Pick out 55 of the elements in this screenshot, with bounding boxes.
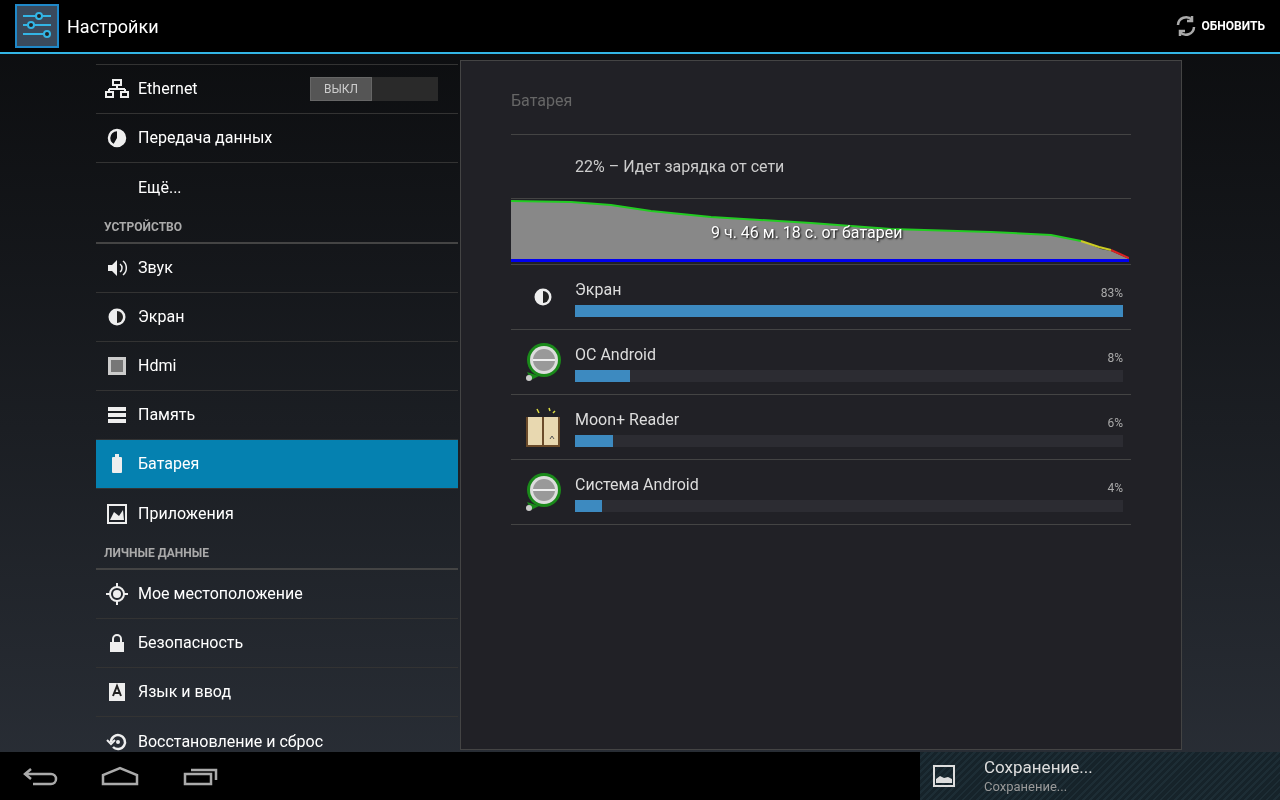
battery-status[interactable]: 22% – Идет зарядка от сети [511, 135, 1131, 199]
notification-text: Сохранение... [984, 778, 1069, 795]
panel-title: Батарея [511, 89, 1131, 135]
usage-percent: 6% [1107, 414, 1123, 432]
storage-icon [107, 406, 127, 424]
settings-item[interactable]: Приложения [96, 489, 458, 538]
brightness-icon [107, 307, 127, 327]
usage-percent: 8% [1107, 349, 1123, 367]
apps-picture-icon [107, 503, 127, 524]
settings-item[interactable]: Безопасность [96, 619, 458, 668]
usage-row[interactable]: ОС Android 8% [511, 330, 1131, 395]
book-icon [523, 405, 563, 449]
picture-icon [933, 765, 955, 787]
home-icon[interactable] [101, 766, 139, 786]
keyboard-letter-icon [108, 682, 126, 702]
notification[interactable]: Сохранение... Сохранение... [920, 752, 1280, 800]
settings-item[interactable]: Звук [96, 244, 458, 293]
recent-apps-icon[interactable] [183, 766, 219, 786]
refresh-button[interactable]: ОБНОВИТЬ [1173, 14, 1265, 38]
settings-item[interactable]: Восстановление и сброс [96, 717, 458, 752]
toggle-switch[interactable]: ВЫКЛ [310, 77, 438, 101]
speaker-icon [106, 258, 128, 278]
app-name: Экран [575, 278, 622, 301]
network-icon [105, 79, 129, 99]
app-title: Настройки [67, 14, 159, 39]
graph-label: 9 ч. 46 м. 18 с. от батареи [711, 222, 903, 244]
battery-history-drawing[interactable] [511, 200, 1129, 262]
section-header: УСТРОЙСТВО [104, 218, 182, 236]
notification-title: Сохранение... [984, 757, 1093, 779]
pie-chart-icon [107, 128, 127, 148]
location-icon [106, 583, 128, 605]
usage-row[interactable]: Экран 83% [511, 265, 1131, 330]
restore-icon [106, 731, 128, 752]
settings-item[interactable]: Мое местоположение [96, 570, 458, 619]
app-name: ОС Android [575, 343, 656, 366]
brightness-icon [533, 287, 553, 307]
settings-item[interactable]: Передача данных [96, 114, 458, 163]
screen-icon [107, 356, 127, 376]
usage-percent: 83% [1100, 284, 1123, 302]
app-name: Система Android [575, 473, 699, 496]
section-header: ЛИЧНЫЕ ДАННЫЕ [104, 545, 209, 562]
settings-item[interactable]: Экран [96, 293, 458, 342]
battery-icon [111, 454, 123, 474]
settings-item[interactable]: Hdmi [96, 342, 458, 391]
usage-row[interactable]: Moon+ Reader 6% [511, 395, 1131, 460]
settings-sliders-icon[interactable] [15, 4, 59, 48]
back-icon[interactable] [23, 766, 59, 786]
lock-icon [109, 633, 125, 653]
settings-item[interactable]: Ещё... [96, 163, 458, 212]
settings-item[interactable]: Язык и ввод [96, 668, 458, 717]
usage-row[interactable]: Система Android 4% [511, 460, 1131, 525]
usage-percent: 4% [1107, 479, 1123, 497]
app-name: Moon+ Reader [575, 408, 680, 431]
settings-item[interactable]: Батарея [96, 440, 458, 489]
settings-item[interactable]: Ethernet ВЫКЛ [96, 65, 458, 114]
